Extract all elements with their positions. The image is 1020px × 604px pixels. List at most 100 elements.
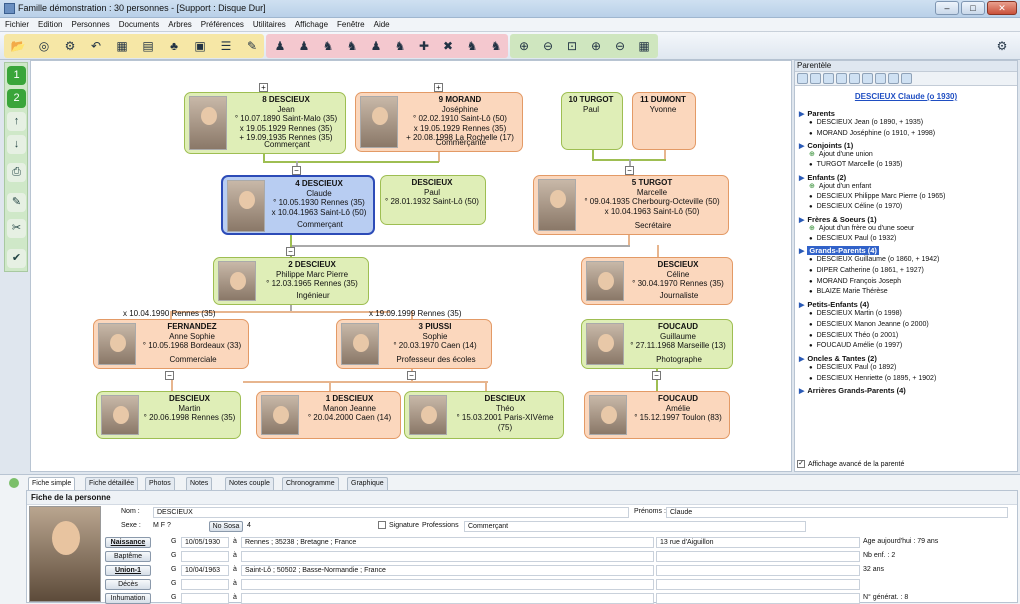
people-icon[interactable]: ♞ [342,36,362,56]
zoom-b-icon[interactable]: ⊖ [610,36,630,56]
expand-toggle[interactable]: + [434,83,443,92]
expand-toggle[interactable]: − [407,371,416,380]
person-card-p11[interactable]: 11 DUMONT Yvonne [632,92,696,150]
parente-item[interactable]: DESCIEUX Céline (o 1970) [795,202,1017,213]
globe-icon[interactable] [849,73,860,84]
tab-2[interactable]: Photos [145,477,175,490]
grid-b-icon[interactable] [875,73,886,84]
zoom-fit-icon[interactable]: ⊡ [562,36,582,56]
couple-icon[interactable]: ♞ [318,36,338,56]
person-b-icon[interactable]: ♟ [294,36,314,56]
person-icon[interactable] [797,73,808,84]
parente-section[interactable]: Frères & Soeurs (1) [795,215,1017,224]
open-folder-icon[interactable]: 📂 [8,36,28,56]
event-place[interactable] [241,551,654,562]
menu-6[interactable]: Utilitaires [248,18,290,29]
parente-section[interactable]: Grands-Parents (4) [795,246,1017,256]
event-place[interactable] [241,593,654,604]
document-icon[interactable]: ▣ [190,36,210,56]
person-card-pTheo[interactable]: DESCIEUX Théo ° 15.03.2001 Paris-XIVème (7… [404,391,564,439]
expand-toggle[interactable]: − [286,247,295,256]
person-card-p3[interactable]: 3 PIUSSI Sophie ° 20.03.1970 Caen (14) Prof… [336,319,492,369]
person-card-pMartin[interactable]: DESCIEUX Martin ° 20.06.1998 Rennes (35) [96,391,241,439]
parente-item[interactable]: DESCIEUX Philippe Marc Pierre (o 1965) [795,192,1017,203]
event-button-3[interactable]: Décès [105,579,151,590]
parente-item[interactable]: FOUCAUD Amélie (o 1997) [795,341,1017,352]
maximize-button[interactable]: □ [961,1,985,15]
left-tool-5[interactable]: ✎ [7,193,26,212]
parente-section[interactable]: Petits-Enfants (4) [795,300,1017,309]
person-card-p9[interactable]: 9 MORAND Joséphine ° 02.02.1910 Saint-Lô (… [355,92,523,152]
event-date[interactable] [181,593,229,604]
focus-person-link[interactable]: DESCIEUX Claude (o 1930) [795,92,1017,101]
parente-add-item[interactable]: Ajout d'un frère ou d'une soeur [795,224,1017,234]
nom-field[interactable]: DESCIEUX [153,507,629,518]
person-card-pFouA[interactable]: FOUCAUD Amélie ° 15.12.1997 Toulon (83) [584,391,730,439]
grid-icon[interactable]: ▦ [634,36,654,56]
parente-item[interactable]: BLAIZE Marie Thérèse [795,287,1017,298]
tab-4[interactable]: Notes couple [225,477,274,490]
expand-toggle[interactable]: − [625,166,634,175]
person-card-p1[interactable]: 1 DESCIEUX Manon Jeanne ° 20.04.2000 Caen … [256,391,401,439]
expand-toggle[interactable]: − [292,166,301,175]
tab-0[interactable]: Fiche simple [28,477,76,490]
signature-checkbox[interactable]: Signature [378,521,419,529]
tab-6[interactable]: Graphique [347,477,388,490]
parente-item[interactable]: DESCIEUX Jean (o 1890, + 1935) [795,118,1017,129]
event-date[interactable]: 10/04/1963 [181,565,229,576]
person-card-p4[interactable]: 4 DESCIEUX Claude ° 10.05.1930 Rennes (35)… [221,175,375,235]
parente-section[interactable]: Arrières Grands-Parents (4) [795,386,1017,395]
menu-7[interactable]: Affichage [290,18,332,29]
event-place[interactable]: Rennes ; 35238 ; Bretagne ; France [241,537,654,548]
expand-toggle[interactable]: + [259,83,268,92]
left-tool-2[interactable]: ↑ [7,112,26,131]
parente-section[interactable]: Parents [795,109,1017,118]
parente-item[interactable]: DIPER Catherine (o 1861, + 1927) [795,266,1017,277]
parente-item[interactable]: DESCIEUX Paul (o 1892) [795,363,1017,374]
menu-4[interactable]: Arbres [163,18,196,29]
parente-item[interactable]: DESCIEUX Guillaume (o 1860, + 1942) [795,255,1017,266]
menu-3[interactable]: Documents [114,18,163,29]
parente-item[interactable]: TURGOT Marcelle (o 1935) [795,160,1017,171]
print-icon[interactable]: ▦ [112,36,132,56]
event-place[interactable] [241,579,654,590]
event-date[interactable] [181,551,229,562]
tree-canvas[interactable]: + + − − − − − − 8 DESCIEUX Jean ° 10.07.1890 Saint… [30,60,792,472]
parente-section[interactable]: Oncles & Tantes (2) [795,354,1017,363]
tree-icon[interactable]: ♣ [164,36,184,56]
parente-item[interactable]: DESCIEUX Martin (o 1998) [795,309,1017,320]
person-card-p10[interactable]: 10 TURGOT Paul [561,92,623,150]
tree-icon[interactable] [823,73,834,84]
parente-item[interactable]: DESCIEUX Paul (o 1932) [795,234,1017,245]
list-icon[interactable] [888,73,899,84]
parente-item[interactable]: MORAND Joséphine (o 1910, + 1998) [795,129,1017,140]
left-tool-1[interactable]: 2 [7,89,26,108]
person-card-p8[interactable]: 8 DESCIEUX Jean ° 10.07.1890 Saint-Malo (3… [184,92,346,154]
tree-b-icon[interactable] [836,73,847,84]
close-button[interactable]: ✕ [987,1,1017,15]
event-button-0[interactable]: Naissance [105,537,151,548]
person-photo[interactable] [29,506,101,602]
add-person-icon[interactable]: ✚ [414,36,434,56]
people-c-icon[interactable]: ♞ [462,36,482,56]
event-detail[interactable] [656,565,860,576]
left-tool-3[interactable]: ↓ [7,135,26,154]
expand-toggle[interactable]: − [652,371,661,380]
menu-0[interactable]: Fichier [0,18,33,29]
event-button-2[interactable]: Union-1 [105,565,151,576]
event-detail[interactable] [656,593,860,604]
parente-item[interactable]: DESCIEUX Manon Jeanne (o 2000) [795,320,1017,331]
zoom-a-icon[interactable]: ⊕ [586,36,606,56]
collapse-icon[interactable] [9,478,19,488]
list-icon[interactable]: ☰ [216,36,236,56]
person-card-p5[interactable]: 5 TURGOT Marcelle ° 09.04.1935 Cherbourg-O… [533,175,729,235]
event-date[interactable] [181,579,229,590]
left-tool-4[interactable]: ⎙ [7,163,26,182]
tab-3[interactable]: Notes [186,477,213,490]
remove-person-icon[interactable]: ✖ [438,36,458,56]
link-icon[interactable] [901,73,912,84]
person-card-pFouG[interactable]: FOUCAUD Guillaume ° 27.11.1968 Marseille (… [581,319,733,369]
left-tool-0[interactable]: 1 [7,66,26,85]
event-button-4[interactable]: Inhumation [105,593,151,604]
globe-icon[interactable]: ◎ [34,36,54,56]
